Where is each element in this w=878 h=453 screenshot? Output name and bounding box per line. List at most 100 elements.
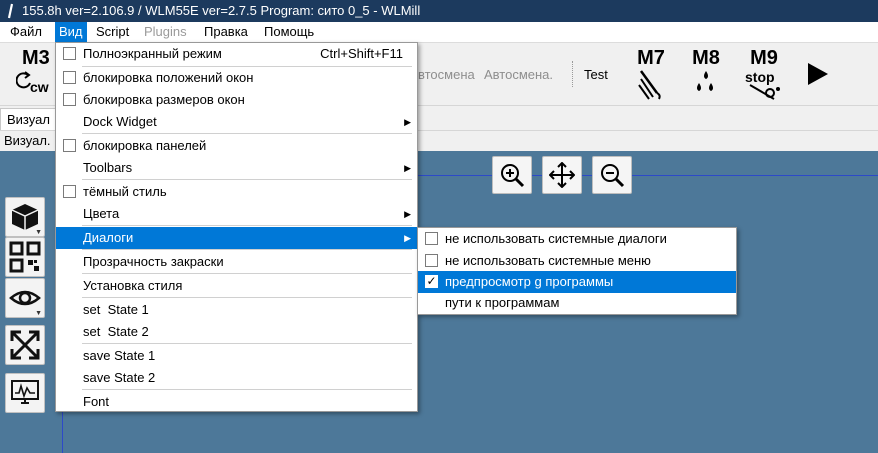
menu-item-label: Toolbars [83, 160, 133, 175]
menu-item-label: Dock Widget [83, 114, 157, 129]
menu-script[interactable]: Script [92, 22, 133, 42]
menu-separator [82, 249, 412, 250]
submenu-item-no-system-dialogs[interactable]: не использовать системные диалоги [418, 228, 736, 250]
expand-arrows-icon [10, 330, 40, 360]
m7-button[interactable]: M7 [627, 47, 675, 103]
menu-help[interactable]: Помощь [260, 22, 318, 42]
menu-edit[interactable]: Правка [200, 22, 252, 42]
toolbar-separator [572, 61, 574, 87]
menu-item-lock-window-positions[interactable]: блокировка положений окон [56, 67, 417, 89]
submenu-arrow-icon: ▶ [404, 209, 411, 219]
menu-item-dialogs[interactable]: Диалоги ▶ [56, 227, 417, 249]
menu-item-label: Диалоги [83, 230, 134, 245]
submenu-item-program-paths[interactable]: пути к программам [418, 292, 736, 314]
menu-item-lock-panels[interactable]: блокировка панелей [56, 135, 417, 157]
m9-label: M9 [750, 47, 778, 69]
checkbox [63, 71, 76, 84]
zoom-out-button[interactable] [592, 156, 632, 194]
menu-item-label: Установка стиля [83, 278, 183, 293]
coolant-off-icon [638, 70, 661, 100]
pan-button[interactable] [542, 156, 582, 194]
submenu-item-no-system-menus[interactable]: не использовать системные меню [418, 250, 736, 272]
menu-separator [82, 225, 412, 226]
dropdown-arrow-icon: ▼ [35, 310, 42, 317]
fit-view-button[interactable] [5, 325, 45, 365]
m3-button[interactable]: M3 cw [12, 47, 56, 103]
visibility-button[interactable]: ▼ [5, 278, 45, 318]
menu-item-label: set State 2 [83, 324, 149, 339]
dialogs-submenu: не использовать системные диалоги не исп… [417, 227, 737, 315]
menu-item-label: блокировка панелей [83, 138, 207, 153]
menu-item-label: пути к программам [445, 295, 560, 310]
menu-view[interactable]: Вид [55, 22, 87, 42]
monitor-graph-icon [11, 380, 39, 404]
test-button[interactable]: Test [584, 67, 608, 82]
menu-item-label: не использовать системные меню [445, 253, 651, 268]
3d-view-button[interactable]: ▼ [5, 197, 45, 237]
menu-item-label: блокировка положений окон [83, 70, 254, 85]
checkbox [63, 185, 76, 198]
shortcut-label: Ctrl+Shift+F11 [320, 46, 403, 61]
m8-label: M8 [692, 47, 720, 69]
menu-item-label: блокировка размеров окон [83, 92, 245, 107]
submenu-arrow-icon: ▶ [404, 117, 411, 127]
zoom-in-icon [501, 164, 525, 188]
menu-plugins[interactable]: Plugins [140, 22, 191, 42]
menu-item-save-state-2[interactable]: save State 2 [56, 367, 417, 389]
m3-sub-label: cw [30, 79, 49, 95]
menu-item-dock-widget[interactable]: Dock Widget ▶ [56, 111, 417, 133]
menu-separator [82, 273, 412, 274]
menu-item-fullscreen[interactable]: Полноэкранный режим Ctrl+Shift+F11 [56, 43, 417, 65]
zoom-out-icon [601, 164, 625, 188]
coolant-drops-icon [697, 71, 713, 91]
checkbox [425, 254, 438, 267]
zoom-in-button[interactable] [492, 156, 532, 194]
checkbox [63, 93, 76, 106]
menu-item-style-setup[interactable]: Установка стиля [56, 275, 417, 297]
submenu-arrow-icon: ▶ [404, 233, 411, 243]
menu-item-colors[interactable]: Цвета ▶ [56, 203, 417, 225]
m3-label: M3 [22, 47, 50, 69]
mist-off-icon [749, 84, 780, 100]
view-menu: Полноэкранный режим Ctrl+Shift+F11 блоки… [55, 42, 418, 412]
auto-change-dot-button[interactable]: Автосмена. [484, 67, 553, 82]
menu-item-toolbars[interactable]: Toolbars ▶ [56, 157, 417, 179]
menu-item-label: Цвета [83, 206, 120, 221]
menu-file[interactable]: Файл [6, 22, 46, 42]
menu-item-label: не использовать системные диалоги [445, 231, 667, 246]
auto-change-button[interactable]: втосмена [418, 67, 475, 82]
app-icon [4, 3, 18, 19]
menu-item-label: save State 2 [83, 370, 156, 385]
move-icon [549, 162, 575, 188]
checkmark-icon: ✓ [425, 274, 438, 288]
menu-item-set-state-1[interactable]: set State 1 [56, 299, 417, 321]
qr-view-button[interactable] [5, 237, 45, 277]
menu-item-font[interactable]: Font [56, 391, 417, 413]
m7-label: M7 [637, 47, 665, 69]
title-bar: 155.8h ver=2.106.9 / WLM55E ver=2.7.5 Pr… [0, 0, 878, 22]
checkbox [63, 139, 76, 152]
menu-separator [82, 389, 412, 390]
menu-separator [82, 297, 412, 298]
menu-item-fill-transparency[interactable]: Прозрачность закраски [56, 251, 417, 273]
play-icon[interactable] [804, 61, 830, 87]
submenu-item-gcode-preview[interactable]: ✓ предпросмотр g программы [418, 271, 736, 293]
menu-item-lock-window-sizes[interactable]: блокировка размеров окон [56, 89, 417, 111]
menu-item-label: Прозрачность закраски [83, 254, 224, 269]
menu-item-label: Полноэкранный режим [83, 46, 222, 61]
m8-button[interactable]: M8 [682, 47, 730, 103]
dropdown-arrow-icon: ▼ [35, 229, 42, 236]
menu-item-set-state-2[interactable]: set State 2 [56, 321, 417, 343]
menu-separator [82, 343, 412, 344]
menu-item-label: тёмный стиль [83, 184, 167, 199]
menu-item-save-state-1[interactable]: save State 1 [56, 345, 417, 367]
menu-separator [82, 179, 412, 180]
tab-visual[interactable]: Визуал [0, 108, 57, 131]
m9-button[interactable]: M9 stop [740, 47, 788, 103]
menu-bar: Файл Вид Script Plugins Правка Помощь [0, 22, 878, 43]
menu-item-label: Font [83, 394, 110, 409]
monitor-button[interactable] [5, 373, 45, 413]
checkbox [63, 47, 76, 60]
qr-code-icon [9, 241, 41, 273]
menu-item-dark-style[interactable]: тёмный стиль [56, 181, 417, 203]
